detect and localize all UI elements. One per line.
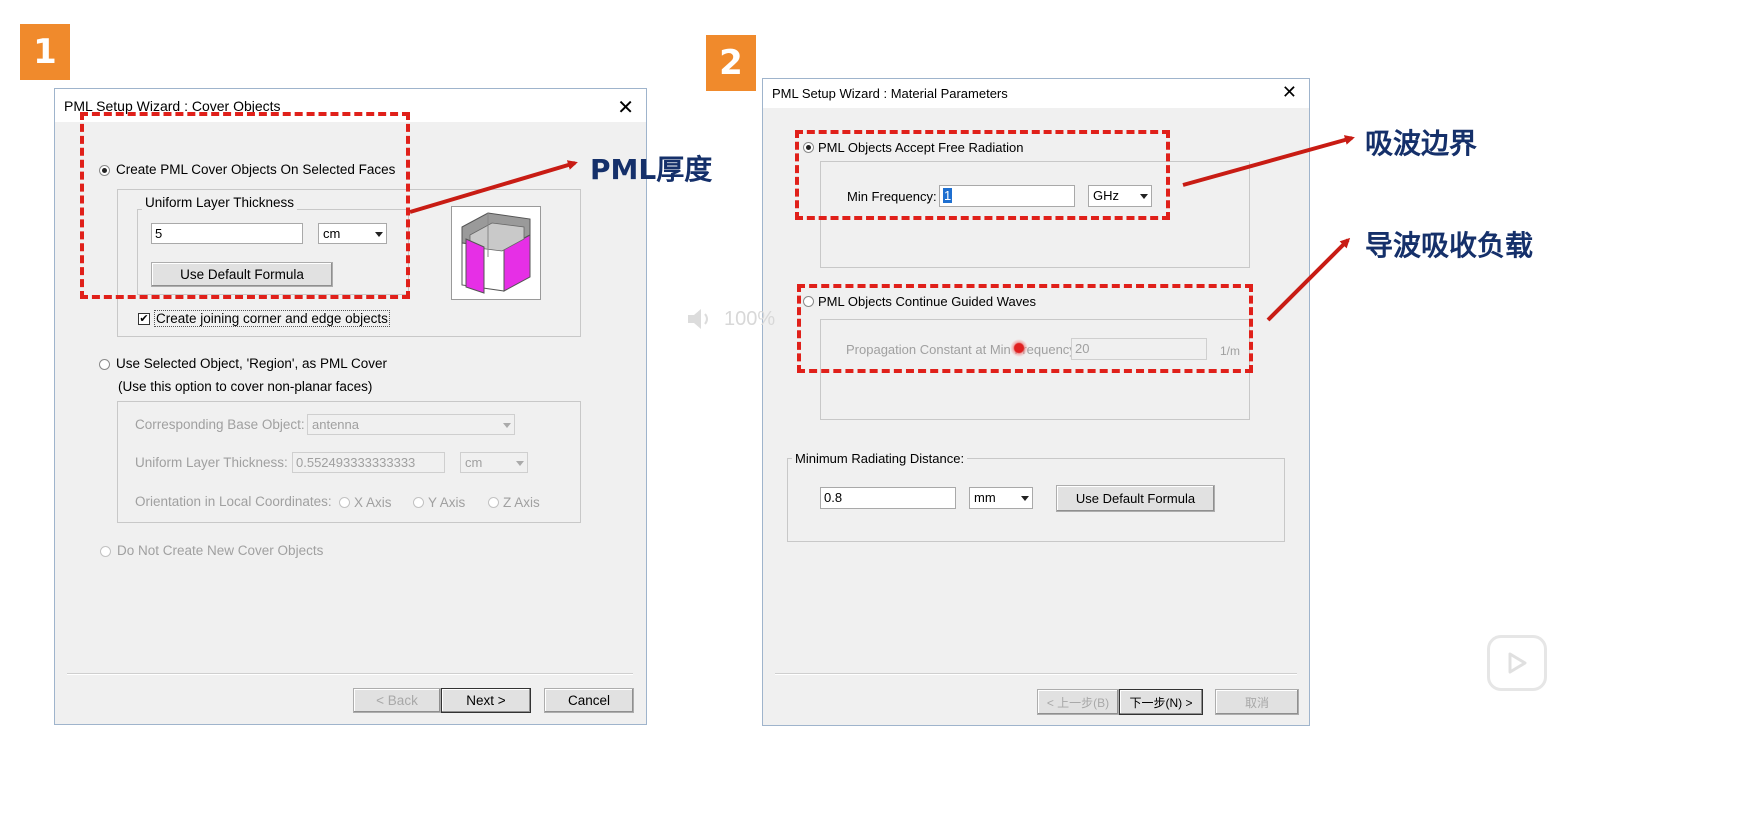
play-widget[interactable] (1487, 635, 1547, 691)
annotation-absorbing-boundary: 吸波边界 (1365, 127, 1478, 160)
annotation-waveguide-load: 导波吸收负载 (1365, 229, 1534, 262)
arrow-pml-thickness (409, 160, 578, 214)
play-icon (1508, 652, 1527, 674)
arrow-waveguide-load (1266, 237, 1351, 322)
annotation-arrows (409, 135, 1355, 322)
arrow-absorbing-boundary (1182, 135, 1355, 187)
annotation-pml-thickness: PML厚度 (590, 153, 713, 186)
